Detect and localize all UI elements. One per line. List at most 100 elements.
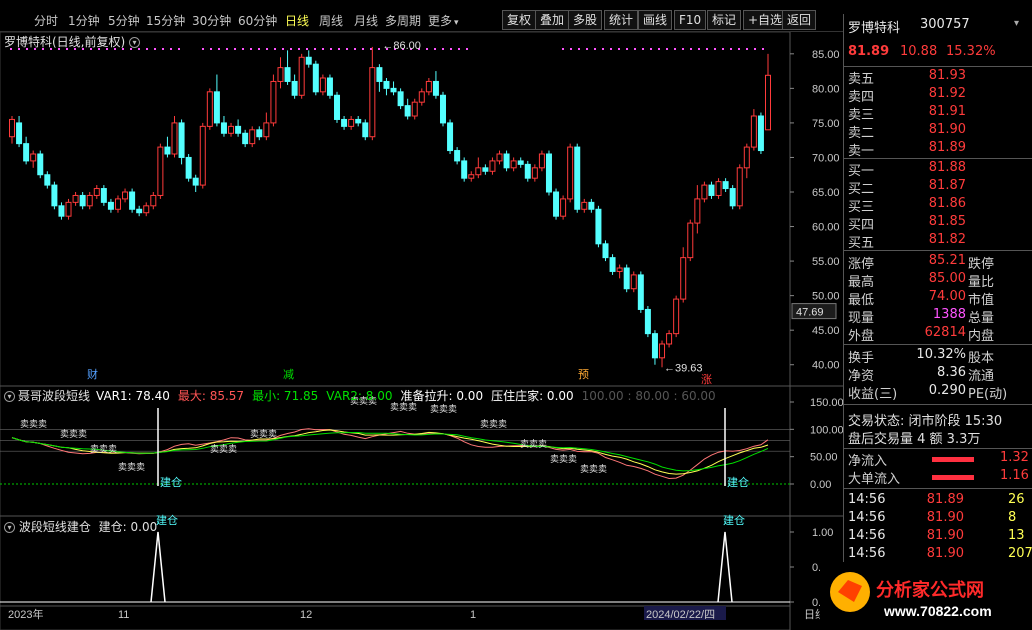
candle-body (390, 87, 397, 93)
candle (319, 74, 326, 96)
stat-label: 外盘 (848, 329, 875, 344)
candle (114, 195, 121, 213)
candle-body (560, 198, 567, 217)
toolbar-button-1[interactable]: 叠加 (535, 10, 570, 30)
event-marker: 涨 (701, 373, 712, 386)
indicator-options-icon[interactable]: ▾ (4, 391, 15, 402)
y-tick-label: 85.00 (812, 49, 840, 61)
candle (510, 157, 517, 172)
candle (439, 91, 446, 127)
period-tab-10[interactable]: 更多 ▾ (428, 12, 459, 29)
candle-body (107, 201, 114, 210)
quote-row: 买五 81.82 (848, 232, 1032, 251)
period-tab-3[interactable]: 15分钟 (146, 12, 185, 29)
candle (129, 188, 136, 213)
signal-dot (266, 48, 268, 50)
period-tab-7[interactable]: 周线 (319, 12, 343, 29)
candle-body (376, 67, 383, 82)
stat-value: 8.36 (937, 365, 966, 380)
toolbar-button-3[interactable]: 统计 (604, 10, 639, 30)
signal-dot (754, 48, 756, 50)
period-tab-8[interactable]: 月线 (354, 12, 378, 29)
period-tab-4[interactable]: 30分钟 (192, 12, 231, 29)
candle (79, 192, 86, 210)
bid-label: 买一 (848, 164, 875, 179)
y-tick-label: 150.00 (810, 397, 843, 409)
candle (461, 157, 468, 182)
candle (235, 119, 242, 137)
candle-body (418, 91, 425, 103)
candle (341, 116, 348, 130)
quote-row: 收益(三) 0.290 PE(动) (848, 383, 1032, 402)
candle-body (362, 122, 369, 138)
signal-dot (426, 48, 428, 50)
candle-body (609, 257, 616, 272)
sell-marker: 卖卖卖 (118, 462, 145, 473)
candle-body (574, 146, 581, 210)
candle (644, 306, 651, 338)
signal-dot (274, 48, 276, 50)
candle (616, 264, 623, 279)
chart-options-icon[interactable]: ▾ (129, 37, 141, 48)
period-tab-6[interactable]: 日线 (285, 12, 309, 29)
toolbar-button-6[interactable]: 标记 (707, 10, 742, 30)
signal-dot (570, 48, 572, 50)
signal-dot (354, 48, 356, 50)
signal-dot (714, 48, 716, 50)
stock-name: 罗博特科 (848, 21, 901, 36)
stock-code: 300757 (920, 17, 970, 32)
toolbar-button-2[interactable]: 多股 (568, 10, 603, 30)
chart-area[interactable]: 85.00 80.00 75.00 70.00 65.00 60.00 55.00 50.00… (0, 32, 843, 630)
candle (517, 157, 524, 168)
candle-body (143, 205, 150, 214)
candle (192, 174, 199, 192)
candle (482, 164, 489, 175)
candle-body (531, 167, 538, 179)
tick-price: 81.90 (926, 510, 964, 525)
flow-value: 1.16 (1000, 468, 1029, 483)
period-tab-0[interactable]: 分时 (34, 12, 58, 29)
sell-marker: 卖卖卖 (250, 429, 277, 440)
candle (305, 50, 312, 68)
toolbar-button-0[interactable]: 复权 (502, 10, 537, 30)
candle-body (666, 333, 673, 345)
candle (206, 88, 213, 130)
candle-body (673, 298, 680, 335)
indicator1-value: 最大: 85.57 (177, 389, 245, 403)
candle-body (581, 201, 588, 210)
stat-label: 最高 (848, 275, 875, 290)
candle (242, 129, 249, 148)
event-marker: 减 (283, 368, 294, 381)
candle-body (369, 67, 376, 138)
indicator-options-icon[interactable]: ▾ (4, 522, 15, 533)
candle (100, 185, 107, 206)
candle-body (694, 198, 701, 224)
period-tab-5[interactable]: 60分钟 (238, 12, 277, 29)
period-tab-9[interactable]: 多周期 (385, 12, 421, 29)
candle-body (150, 194, 157, 207)
quote-panel: 罗博特科 300757 ▾ 81.89 10.88 15.32% 卖五 81.93 卖四 81.9… (843, 14, 1032, 630)
toolbar-button-7[interactable]: +自选 (743, 10, 788, 30)
candle-body (567, 146, 574, 200)
candle (454, 147, 461, 165)
ask-label: 卖五 (848, 72, 875, 87)
candle (16, 116, 23, 148)
toolbar-button-5[interactable]: F10 (674, 10, 707, 30)
candle-body (305, 56, 312, 65)
candle-body (411, 101, 418, 117)
bid-price: 81.87 (928, 178, 966, 193)
signal-dot (282, 48, 284, 50)
quote-row: 买一 81.88 (848, 160, 1032, 179)
candle-body (701, 184, 708, 200)
tick-volume: 26 (1008, 492, 1025, 507)
candle-body (341, 118, 348, 127)
period-tab-1[interactable]: 1分钟 (68, 12, 100, 29)
chevron-down-icon[interactable]: ▾ (1014, 18, 1019, 29)
candle (757, 112, 764, 154)
period-tab-2[interactable]: 5分钟 (108, 12, 140, 29)
toolbar-button-4[interactable]: 画线 (638, 10, 673, 30)
candle (136, 205, 143, 217)
candle (355, 116, 362, 127)
toolbar-button-8[interactable]: 返回 (782, 10, 817, 30)
candle-body (277, 67, 284, 82)
